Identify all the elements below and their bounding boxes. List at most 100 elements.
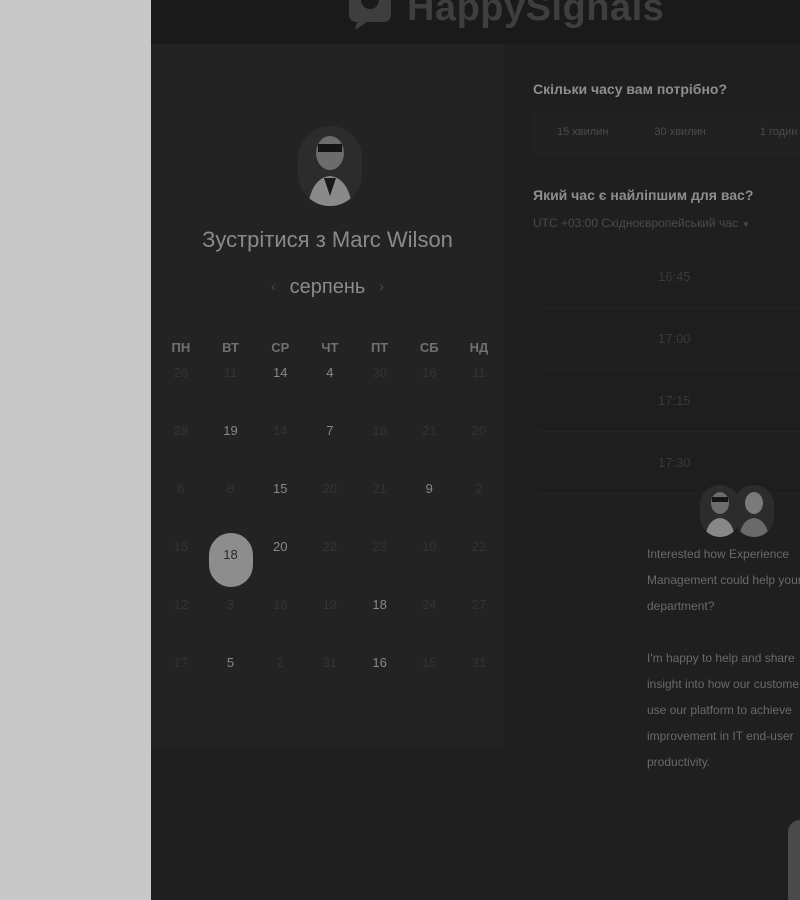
weekday-label: СБ <box>419 340 439 355</box>
day-number: 18 <box>208 533 253 587</box>
calendar-day: 20 <box>454 416 504 474</box>
calendar-day: 30 <box>355 358 405 416</box>
day-number: 16 <box>272 597 288 612</box>
day-number: 16 <box>422 365 437 380</box>
calendar-day[interactable]: 7 <box>305 416 355 474</box>
month-label: серпень <box>289 276 366 298</box>
day-number: 23 <box>372 539 387 554</box>
calendar-day: 15 <box>156 532 206 590</box>
day-number: 21 <box>372 481 387 496</box>
calendar-day[interactable]: 5 <box>206 648 256 706</box>
calendar-day: 24 <box>404 590 454 648</box>
calendar-day[interactable]: 16 <box>355 648 405 706</box>
day-number: 31 <box>471 655 487 670</box>
day-number: 19 <box>223 423 238 438</box>
host-message-intro: Interested how Experience Management cou… <box>647 541 800 619</box>
day-number: 7 <box>326 423 334 438</box>
day-number: 15 <box>422 655 437 670</box>
timezone-select[interactable]: UTC +03:00 Східноєвропейський час ▼ <box>533 216 750 230</box>
calendar-day: 2 <box>454 474 504 532</box>
day-number: 30 <box>372 365 387 380</box>
weekday-header: ПН ВТ СР ЧТ ПТ СБ НД <box>156 340 504 355</box>
month-navigator: ‹ серпень › <box>151 276 504 299</box>
calendar-day: 2 <box>255 648 305 706</box>
day-number: 31 <box>322 655 338 670</box>
calendar-day[interactable]: 19 <box>206 416 256 474</box>
duration-question: Скільки часу вам потрібно? <box>533 81 728 97</box>
calendar-day: 31 <box>305 648 355 706</box>
day-number: 24 <box>422 597 437 612</box>
day-number: 20 <box>471 423 487 438</box>
weekday-label: ВТ <box>222 340 239 355</box>
calendar-day[interactable]: 4 <box>305 358 355 416</box>
host-avatars <box>698 485 778 541</box>
host-name: Marc Wilson <box>331 227 453 252</box>
chat-widget-button[interactable] <box>788 820 800 900</box>
duration-option[interactable]: 30 хвилин <box>654 111 705 155</box>
calendar-day-selected[interactable]: 18 <box>206 532 256 590</box>
calendar-day: 22 <box>454 532 504 590</box>
meeting-title: Зустрітися з Marc Wilson <box>151 227 504 253</box>
day-number: 27 <box>471 597 487 612</box>
day-number: 18 <box>372 423 387 438</box>
time-slot[interactable]: 17:00 <box>538 308 800 370</box>
host-avatar <box>298 126 362 206</box>
message-line: productivity. <box>647 755 711 769</box>
day-number: 2 <box>276 655 284 670</box>
calendar-day: 27 <box>454 590 504 648</box>
calendar-day: 10 <box>404 532 454 590</box>
day-number: 11 <box>472 365 486 380</box>
calendar-day: 28 <box>156 416 206 474</box>
calendar-day: 11 <box>206 358 256 416</box>
host-message-body: I'm happy to help and share insight into… <box>647 645 800 775</box>
day-number: 13 <box>322 597 338 612</box>
day-number: 17 <box>173 655 189 670</box>
calendar-day: 17 <box>156 648 206 706</box>
message-line: Management could help your <box>647 573 800 587</box>
day-number: 8 <box>226 481 235 496</box>
day-number: 16 <box>372 655 387 670</box>
speech-bubble-logo-icon <box>349 0 391 30</box>
time-slot-list: 16:45 17:00 17:15 17:30 <box>538 246 800 494</box>
day-number: 26 <box>173 365 189 380</box>
calendar-day: 15 <box>404 648 454 706</box>
calendar-day: 3 <box>206 590 256 648</box>
weekday-label: ПТ <box>370 340 389 355</box>
calendar-day: 26 <box>156 358 206 416</box>
day-number: 5 <box>226 655 235 670</box>
calendar-day: 6 <box>156 474 206 532</box>
day-number: 14 <box>272 365 288 380</box>
calendar-day[interactable]: 20 <box>255 532 305 590</box>
duration-options: 15 хвилин 30 хвилин 1 годин <box>533 111 800 155</box>
time-slot[interactable]: 16:45 <box>538 246 800 308</box>
booking-page: HappySignals Зустрітися з Marc Wilson ‹ с… <box>151 0 800 900</box>
time-slot[interactable]: 17:15 <box>538 370 800 432</box>
day-number: 20 <box>322 481 338 496</box>
calendar-day[interactable]: 14 <box>255 358 305 416</box>
calendar-day: 21 <box>355 474 405 532</box>
day-number: 12 <box>173 597 189 612</box>
day-number: 10 <box>422 539 437 554</box>
meeting-prefix: Зустрітися з <box>202 227 326 252</box>
calendar-day: 31 <box>454 648 504 706</box>
calendar-day[interactable]: 18 <box>355 590 405 648</box>
day-number: 4 <box>326 365 334 380</box>
calendar-day: 20 <box>305 474 355 532</box>
chevron-right-icon[interactable]: › <box>365 278 398 294</box>
calendar-day: 8 <box>206 474 256 532</box>
message-line: improvement in IT end-user <box>647 729 794 743</box>
day-number: 11 <box>223 365 238 380</box>
timezone-label: UTC +03:00 Східноєвропейський час <box>533 216 738 230</box>
day-number: 20 <box>272 539 288 554</box>
duration-option[interactable]: 1 годин <box>760 111 797 155</box>
message-line: insight into how our customers <box>647 677 800 691</box>
calendar-day: 12 <box>156 590 206 648</box>
chevron-left-icon[interactable]: ‹ <box>257 278 290 294</box>
duration-option[interactable]: 15 хвилин <box>557 111 608 155</box>
calendar-day[interactable]: 15 <box>255 474 305 532</box>
day-number: 21 <box>422 423 437 438</box>
message-line: use our platform to achieve <box>647 703 792 717</box>
weekday-label: НД <box>469 340 489 355</box>
calendar-day[interactable]: 9 <box>404 474 454 532</box>
weekday-label: СР <box>271 340 290 355</box>
